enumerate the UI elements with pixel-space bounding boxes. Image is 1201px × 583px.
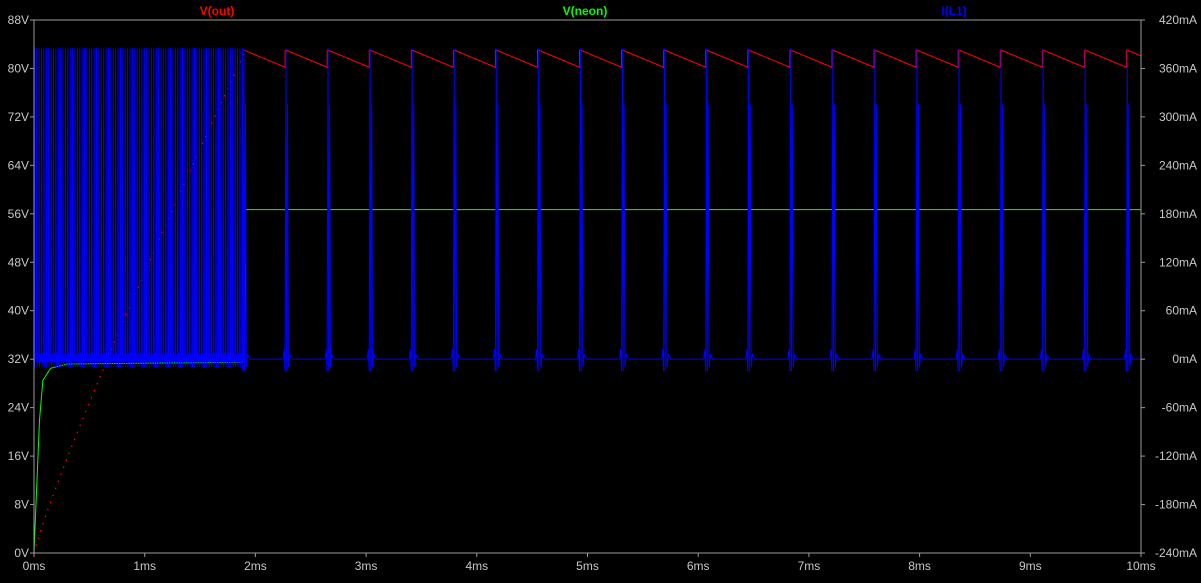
y-right-tick-label: 300mA [1159,110,1197,124]
x-tick-label: 2ms [244,559,267,573]
y-left-tick-label: 40V [8,304,29,318]
y-left-tick-label: 80V [8,61,29,75]
y-right-tick-label: -60mA [1162,401,1197,415]
x-tick-label: 4ms [465,559,488,573]
y-left-tick-label: 24V [8,401,29,415]
x-tick-label: 3ms [355,559,378,573]
x-tick-label: 10ms [1126,559,1155,573]
y-right-tick-label: 120mA [1159,255,1197,269]
x-tick-label: 1ms [133,559,156,573]
x-tick-label: 6ms [687,559,710,573]
y-left-tick-label: 64V [8,158,29,172]
x-tick-label: 9ms [1019,559,1042,573]
y-right-tick-label: 60mA [1166,304,1197,318]
y-right-tick-label: 180mA [1159,207,1197,221]
y-right-tick-label: -120mA [1155,449,1197,463]
y-right-tick-label: 420mA [1159,13,1197,27]
plot-window: 0V 8V 16V 24V 32V 40V 48V 56V 64V 72V 80V 88V -240mA… [0,0,1201,578]
y-left-tick-label: 56V [8,207,29,221]
y-left-tick-label: 32V [8,352,29,366]
x-tick-label: 7ms [798,559,821,573]
y-left-tick-label: 0V [14,546,29,560]
y-left-tick-label: 16V [8,449,29,463]
x-tick-label: 8ms [908,559,931,573]
legend-item-2: V(neon) [563,4,608,18]
y-left-tick-label: 8V [14,498,29,512]
y-right-tick-label: 360mA [1159,61,1197,75]
y-left-tick-label: 88V [8,13,29,27]
y-right-tick-label: 240mA [1159,158,1197,172]
y-right-tick-label: -180mA [1155,498,1197,512]
x-tick-label: 5ms [576,559,599,573]
y-right-tick-label: 0mA [1172,352,1197,366]
y-left-tick-label: 48V [8,255,29,269]
y-right-tick-label: -240mA [1155,546,1197,560]
legend-item-1: V(out) [200,4,235,18]
waveform-chart: 0V 8V 16V 24V 32V 40V 48V 56V 64V 72V 80V 88V -240mA… [0,0,1201,578]
y-left-tick-label: 72V [8,110,29,124]
x-tick-label: 0ms [23,559,46,573]
legend-item-3: I(L1) [941,4,966,18]
